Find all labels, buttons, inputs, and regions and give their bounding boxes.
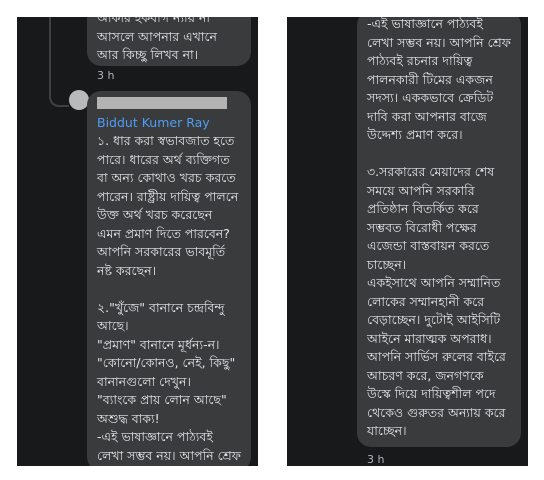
- comment-line: এজেন্ডা বাস্তবায়ন করতে: [367, 238, 490, 253]
- comment-line: চাচ্ছেন।: [367, 256, 407, 272]
- comment-line: বানানগুলো দেখুন।: [97, 373, 191, 389]
- comment-timestamp[interactable]: 3 h: [97, 69, 114, 82]
- comment-line: "ব্যাংকে প্রায় লোন আছে": [97, 392, 227, 407]
- comment-line: আসলে আপনার এখানে: [97, 28, 217, 44]
- comment-line: আপনি সার্ভিস রুলের বাইরে: [367, 349, 506, 364]
- redacted-name-block: [97, 97, 227, 109]
- comment-line: থেকেও গুরুতর অন্যায় করে: [367, 404, 506, 420]
- thread-connector: [49, 79, 69, 107]
- comment-line: পারে। ধারের অর্থ ব্যক্তিগত: [97, 151, 230, 167]
- comment-timestamp[interactable]: 3 h: [367, 453, 384, 466]
- comment-line: সম্ভবত বিরোধী পক্ষের: [367, 219, 477, 235]
- avatar[interactable]: [69, 90, 89, 110]
- comment-line: -এই ভাষাজ্ঞানে পাঠ্যবই: [367, 17, 483, 31]
- comment-line: দাবি করা আপনার বাজে: [367, 108, 487, 124]
- comment-line: নষ্ট করছেন।: [97, 262, 157, 278]
- comment-line: এমন প্রমাণ দিতে পারবেন?: [97, 225, 230, 241]
- comment-line: "প্রমাণ" বানানে মূর্ধন্য-ন।: [97, 336, 220, 352]
- comment-line: লোকের সম্মানহানী করে: [367, 293, 485, 309]
- comment-line: আচরণ করে, জনগণকে: [367, 367, 484, 383]
- comment-line: যাচ্ছেন।: [367, 423, 407, 438]
- right-comment-panel: -এই ভাষাজ্ঞানে পাঠ্যবই লেখা সম্ভব নয়। আ…: [287, 17, 528, 466]
- comment-line: একইসাথে আপনি সম্মানিত: [367, 275, 501, 290]
- comment-line: সদস্য। এককভাবে ক্রেডিট: [367, 90, 494, 105]
- comment-line: প্রতিষ্ঠান বিতর্কিত করে: [367, 201, 479, 216]
- comment-line: আর কিচ্ছু লিখব না।: [97, 47, 199, 62]
- comment-line: আইনে মারাত্মক অপরাধ।: [367, 330, 492, 346]
- comment-line: আছে।: [97, 318, 129, 333]
- previous-comment-bubble: আকার হকবাগ ন্যায় না আসলে আপনার এখানে আর…: [87, 17, 251, 66]
- comment-line: উস্কে দিয়ে দায়িত্বশীল পদে: [367, 386, 496, 401]
- left-comment-panel: আকার হকবাগ ন্যায় না আসলে আপনার এখানে আর…: [17, 17, 258, 466]
- comment-line: ৩.সরকারের মেয়াদের শেষ: [367, 164, 495, 179]
- comment-line: উক্ত অর্থ খরচ করেছেন: [97, 207, 213, 222]
- comment-line: বেড়াচ্ছেন। দুটোই আইসিটি: [367, 312, 501, 327]
- comment-line: লেখা সম্ভব নয়। আপনি শ্রেফ: [97, 447, 241, 463]
- comment-line: উদ্দেশ্য প্রমাণ করে।: [367, 127, 463, 142]
- comment-line: [367, 145, 511, 164]
- reply-comment-bubble-continued: -এই ভাষাজ্ঞানে পাঠ্যবই লেখা সম্ভব নয়। আ…: [357, 17, 521, 447]
- comment-line: -এই ভাষাজ্ঞানে পাঠ্যবই: [97, 429, 213, 444]
- comment-line: ১. ধার করা স্বভাবজাত হতে: [97, 133, 235, 148]
- comment-line: "কোনো/কোনও, নেই, কিছু": [97, 355, 236, 370]
- comment-line: লেখা সম্ভব নয়। আপনি শ্রেফ: [367, 34, 511, 50]
- comment-line: আকার হকবাগ ন্যায় না: [97, 17, 210, 25]
- reply-comment-bubble: Biddut Kumer Ray ১. ধার করা স্বভাবজাত হত…: [87, 91, 251, 466]
- comment-line: পালনকারী টিমের একজন: [367, 71, 493, 87]
- comment-line: ২."খুঁজে" বানানে চন্দ্রবিন্দু: [97, 299, 225, 315]
- comment-line: অশুদ্ধ বাক্য!: [97, 410, 160, 426]
- comment-line: পারেন। রাষ্ট্রীয় দায়িত্ব পালনে: [97, 188, 239, 204]
- comment-line: আপনি সরকারের ভাবমূর্তি: [97, 244, 226, 259]
- comment-line: [97, 280, 241, 299]
- comment-line: পাঠ্যবই রচনার দায়িত্ব: [367, 53, 473, 68]
- comment-line: সময়ে আপনি সরকারি: [367, 182, 475, 198]
- comment-author-link[interactable]: Biddut Kumer Ray: [97, 114, 241, 133]
- comment-line: বা অন্য কোথাও খরচ করতে: [97, 170, 236, 185]
